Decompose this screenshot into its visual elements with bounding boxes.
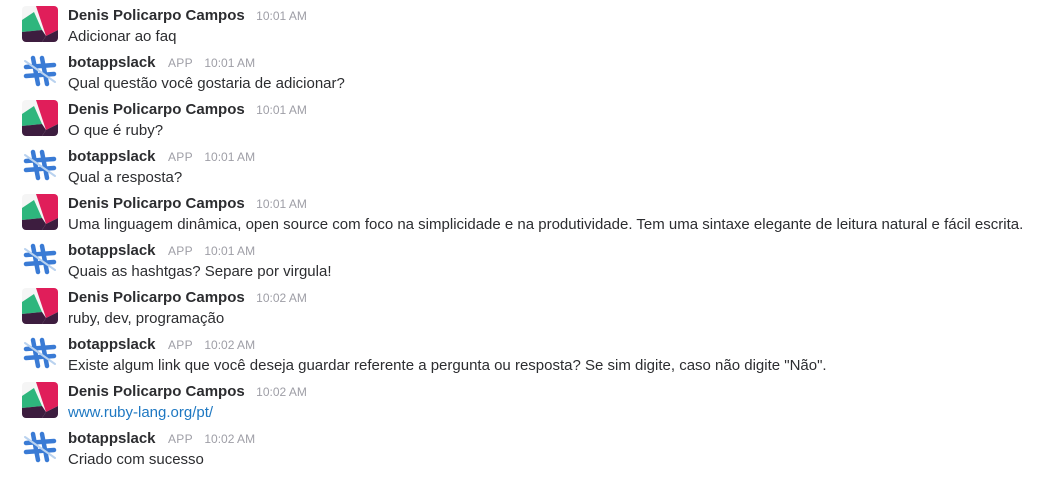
user-avatar-icon[interactable] [22,382,58,418]
message-meta: botappslack APP 10:02 AM [68,429,255,449]
timestamp[interactable]: 10:02 AM [256,385,307,399]
message-meta: Denis Policarpo Campos 10:02 AM [68,288,307,308]
sender-name[interactable]: Denis Policarpo Campos [68,289,245,306]
message-text: Uma linguagem dinâmica, open source com … [68,216,1024,233]
timestamp[interactable]: 10:02 AM [256,291,307,305]
message-item[interactable]: botappslack APP 10:01 AM Quais as hashtg… [0,239,1037,286]
sender-name[interactable]: botappslack [68,148,156,165]
sender-name[interactable]: botappslack [68,430,156,447]
bot-avatar-icon[interactable] [22,53,58,89]
message-meta: Denis Policarpo Campos 10:01 AM [68,100,307,120]
bot-avatar-icon[interactable] [22,335,58,371]
message-item[interactable]: botappslack APP 10:02 AM Criado com suce… [0,427,1037,474]
message-meta: botappslack APP 10:01 AM [68,147,255,167]
message-text: Adicionar ao faq [68,28,177,45]
app-badge: APP [167,56,193,70]
bot-avatar-icon[interactable] [22,429,58,465]
message-item[interactable]: Denis Policarpo Campos 10:01 AM Uma ling… [0,192,1037,239]
timestamp[interactable]: 10:01 AM [204,56,255,70]
sender-name[interactable]: botappslack [68,242,156,259]
message-meta: botappslack APP 10:01 AM [68,241,255,261]
sender-name[interactable]: Denis Policarpo Campos [68,195,245,212]
timestamp[interactable]: 10:01 AM [204,150,255,164]
message-item[interactable]: Denis Policarpo Campos 10:01 AM O que é … [0,98,1037,145]
timestamp[interactable]: 10:01 AM [204,244,255,258]
timestamp[interactable]: 10:02 AM [204,338,255,352]
message-item[interactable]: Denis Policarpo Campos 10:02 AM ruby, de… [0,286,1037,333]
message-text: Qual questão você gostaria de adicionar? [68,75,345,92]
message-item[interactable]: Denis Policarpo Campos 10:01 AM Adiciona… [0,4,1037,51]
message-meta: Denis Policarpo Campos 10:02 AM [68,382,307,402]
message-meta: botappslack APP 10:02 AM [68,335,255,355]
message-meta: Denis Policarpo Campos 10:01 AM [68,194,307,214]
app-badge: APP [167,150,193,164]
message-item[interactable]: botappslack APP 10:01 AM Qual a resposta… [0,145,1037,192]
message-list: Denis Policarpo Campos 10:01 AM Adiciona… [0,0,1037,474]
sender-name[interactable]: Denis Policarpo Campos [68,101,245,118]
sender-name[interactable]: botappslack [68,54,156,71]
sender-name[interactable]: Denis Policarpo Campos [68,383,245,400]
message-item[interactable]: botappslack APP 10:02 AM Existe algum li… [0,333,1037,380]
message-text: Quais as hashtgas? Separe por virgula! [68,263,332,280]
message-text: O que é ruby? [68,122,164,139]
app-badge: APP [167,244,193,258]
message-link[interactable]: www.ruby-lang.org/pt/ [68,402,213,423]
user-avatar-icon[interactable] [22,100,58,136]
bot-avatar-icon[interactable] [22,147,58,183]
app-badge: APP [167,338,193,352]
user-avatar-icon[interactable] [22,288,58,324]
app-badge: APP [167,432,193,446]
timestamp[interactable]: 10:01 AM [256,9,307,23]
timestamp[interactable]: 10:01 AM [256,103,307,117]
timestamp[interactable]: 10:02 AM [204,432,255,446]
sender-name[interactable]: botappslack [68,336,156,353]
bot-avatar-icon[interactable] [22,241,58,277]
sender-name[interactable]: Denis Policarpo Campos [68,7,245,24]
message-item[interactable]: botappslack APP 10:01 AM Qual questão vo… [0,51,1037,98]
message-meta: Denis Policarpo Campos 10:01 AM [68,6,307,26]
message-text: Qual a resposta? [68,169,183,186]
message-text: Existe algum link que você deseja guarda… [68,357,827,374]
user-avatar-icon[interactable] [22,6,58,42]
timestamp[interactable]: 10:01 AM [256,197,307,211]
message-item[interactable]: Denis Policarpo Campos 10:02 AM www.ruby… [0,380,1037,427]
message-text: ruby, dev, programação [68,310,225,327]
message-text: Criado com sucesso [68,451,204,468]
message-meta: botappslack APP 10:01 AM [68,53,255,73]
user-avatar-icon[interactable] [22,194,58,230]
